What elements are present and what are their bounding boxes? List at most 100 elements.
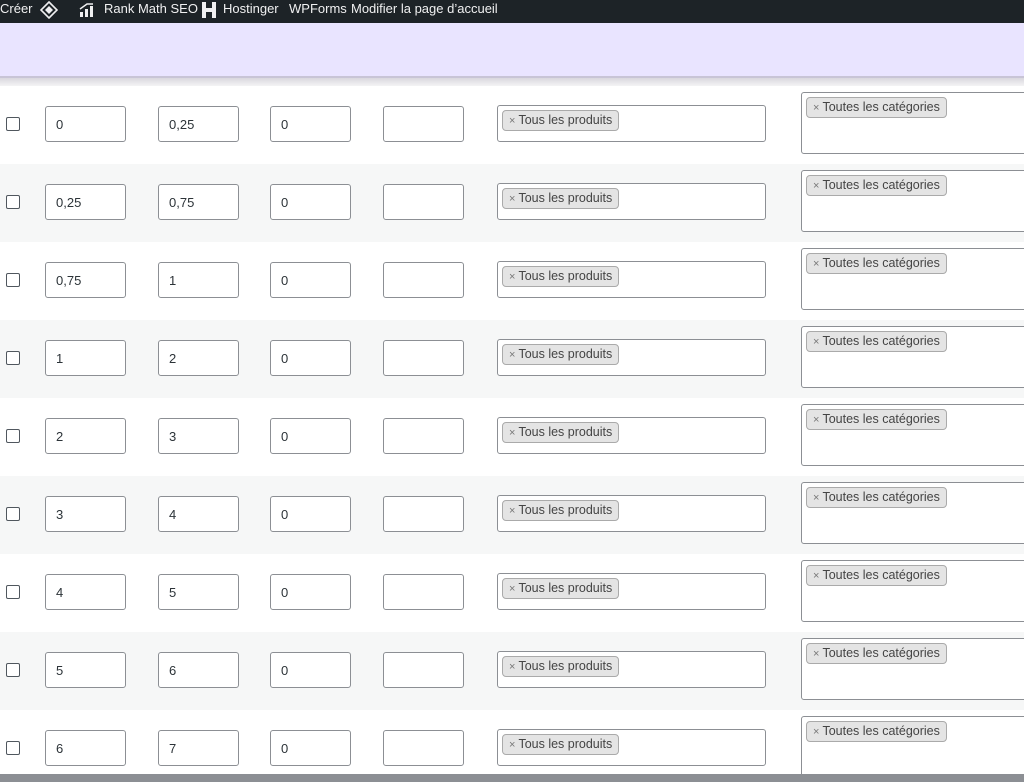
max-weight-input[interactable] bbox=[158, 496, 239, 532]
categories-multiselect[interactable]: × Toutes les catégories bbox=[801, 638, 1024, 700]
products-multiselect[interactable]: × Tous les produits bbox=[497, 183, 766, 220]
create-menu[interactable]: Créer bbox=[0, 0, 33, 23]
row-select-checkbox[interactable] bbox=[6, 273, 20, 287]
wpforms-menu[interactable]: WPForms bbox=[289, 0, 347, 23]
products-multiselect[interactable]: × Tous les produits bbox=[497, 573, 766, 610]
row-select-checkbox[interactable] bbox=[6, 741, 20, 755]
min-weight-input[interactable] bbox=[45, 574, 126, 610]
categories-multiselect[interactable]: × Toutes les catégories bbox=[801, 560, 1024, 622]
cost-input[interactable] bbox=[270, 262, 351, 298]
products-multiselect[interactable]: × Tous les produits bbox=[497, 105, 766, 142]
extra-cost-input[interactable] bbox=[383, 574, 464, 610]
categories-multiselect[interactable]: × Toutes les catégories bbox=[801, 92, 1024, 154]
products-multiselect[interactable]: × Tous les produits bbox=[497, 261, 766, 298]
row-select-checkbox[interactable] bbox=[6, 585, 20, 599]
remove-tag-icon[interactable]: × bbox=[509, 349, 515, 361]
edit-homepage-link[interactable]: Modifier la page d’accueil bbox=[351, 0, 498, 23]
remove-tag-icon[interactable]: × bbox=[813, 648, 819, 660]
remove-tag-icon[interactable]: × bbox=[509, 115, 515, 127]
min-weight-input[interactable] bbox=[45, 418, 126, 454]
extra-cost-input[interactable] bbox=[383, 184, 464, 220]
rankmath-menu[interactable]: Rank Math SEO bbox=[104, 0, 198, 23]
row-select-checkbox[interactable] bbox=[6, 117, 20, 131]
row-select-checkbox[interactable] bbox=[6, 507, 20, 521]
products-tag: × Tous les produits bbox=[502, 734, 620, 755]
categories-multiselect[interactable]: × Toutes les catégories bbox=[801, 248, 1024, 310]
products-tag-label: Tous les produits bbox=[518, 581, 613, 595]
remove-tag-icon[interactable]: × bbox=[813, 492, 819, 504]
products-multiselect[interactable]: × Tous les produits bbox=[497, 495, 766, 532]
cost-input[interactable] bbox=[270, 730, 351, 766]
min-weight-input[interactable] bbox=[45, 730, 126, 766]
extra-cost-input[interactable] bbox=[383, 496, 464, 532]
remove-tag-icon[interactable]: × bbox=[813, 414, 819, 426]
products-multiselect[interactable]: × Tous les produits bbox=[497, 339, 766, 376]
remove-tag-icon[interactable]: × bbox=[813, 180, 819, 192]
products-tag: × Tous les produits bbox=[502, 578, 620, 599]
remove-tag-icon[interactable]: × bbox=[509, 739, 515, 751]
remove-tag-icon[interactable]: × bbox=[509, 505, 515, 517]
cost-input[interactable] bbox=[270, 496, 351, 532]
diamond-logo-icon[interactable] bbox=[40, 1, 58, 19]
categories-tag-label: Toutes les catégories bbox=[822, 178, 940, 192]
max-weight-input[interactable] bbox=[158, 652, 239, 688]
min-weight-input[interactable] bbox=[45, 652, 126, 688]
min-weight-input[interactable] bbox=[45, 262, 126, 298]
remove-tag-icon[interactable]: × bbox=[813, 336, 819, 348]
row-select-checkbox[interactable] bbox=[6, 351, 20, 365]
min-weight-input[interactable] bbox=[45, 340, 126, 376]
extra-cost-input[interactable] bbox=[383, 106, 464, 142]
max-weight-input[interactable] bbox=[158, 418, 239, 454]
categories-tag: × Toutes les catégories bbox=[806, 331, 947, 352]
products-multiselect[interactable]: × Tous les produits bbox=[497, 417, 766, 454]
categories-tag-label: Toutes les catégories bbox=[822, 256, 940, 270]
max-weight-input[interactable] bbox=[158, 340, 239, 376]
min-weight-input[interactable] bbox=[45, 184, 126, 220]
remove-tag-icon[interactable]: × bbox=[509, 427, 515, 439]
products-tag-label: Tous les produits bbox=[518, 737, 613, 751]
remove-tag-icon[interactable]: × bbox=[813, 258, 819, 270]
min-weight-input[interactable] bbox=[45, 106, 126, 142]
row-select-checkbox[interactable] bbox=[6, 429, 20, 443]
extra-cost-input[interactable] bbox=[383, 730, 464, 766]
max-weight-input[interactable] bbox=[158, 730, 239, 766]
max-weight-input[interactable] bbox=[158, 262, 239, 298]
remove-tag-icon[interactable]: × bbox=[509, 193, 515, 205]
max-weight-input[interactable] bbox=[158, 106, 239, 142]
remove-tag-icon[interactable]: × bbox=[509, 661, 515, 673]
max-weight-input[interactable] bbox=[158, 184, 239, 220]
table-footer-bar bbox=[0, 774, 1024, 782]
cost-input[interactable] bbox=[270, 340, 351, 376]
remove-tag-icon[interactable]: × bbox=[509, 583, 515, 595]
categories-multiselect[interactable]: × Toutes les catégories bbox=[801, 716, 1024, 778]
extra-cost-input[interactable] bbox=[383, 340, 464, 376]
products-tag: × Tous les produits bbox=[502, 188, 620, 209]
categories-multiselect[interactable]: × Toutes les catégories bbox=[801, 482, 1024, 544]
extra-cost-input[interactable] bbox=[383, 418, 464, 454]
row-select-checkbox[interactable] bbox=[6, 195, 20, 209]
row-select-checkbox[interactable] bbox=[6, 663, 20, 677]
min-weight-input[interactable] bbox=[45, 496, 126, 532]
products-multiselect[interactable]: × Tous les produits bbox=[497, 651, 766, 688]
extra-cost-input[interactable] bbox=[383, 652, 464, 688]
products-tag-label: Tous les produits bbox=[518, 347, 613, 361]
table-row: ×Tous les produits×Toutes les catégories bbox=[0, 710, 1024, 782]
categories-multiselect[interactable]: × Toutes les catégories bbox=[801, 404, 1024, 466]
products-tag: × Tous les produits bbox=[502, 266, 620, 287]
remove-tag-icon[interactable]: × bbox=[813, 726, 819, 738]
remove-tag-icon[interactable]: × bbox=[813, 102, 819, 114]
hostinger-menu[interactable]: Hostinger bbox=[223, 0, 279, 23]
remove-tag-icon[interactable]: × bbox=[509, 271, 515, 283]
categories-multiselect[interactable]: × Toutes les catégories bbox=[801, 326, 1024, 388]
cost-input[interactable] bbox=[270, 574, 351, 610]
products-multiselect[interactable]: × Tous les produits bbox=[497, 729, 766, 766]
extra-cost-input[interactable] bbox=[383, 262, 464, 298]
cost-input[interactable] bbox=[270, 184, 351, 220]
remove-tag-icon[interactable]: × bbox=[813, 570, 819, 582]
categories-tag-label: Toutes les catégories bbox=[822, 724, 940, 738]
max-weight-input[interactable] bbox=[158, 574, 239, 610]
cost-input[interactable] bbox=[270, 418, 351, 454]
cost-input[interactable] bbox=[270, 652, 351, 688]
cost-input[interactable] bbox=[270, 106, 351, 142]
categories-multiselect[interactable]: × Toutes les catégories bbox=[801, 170, 1024, 232]
